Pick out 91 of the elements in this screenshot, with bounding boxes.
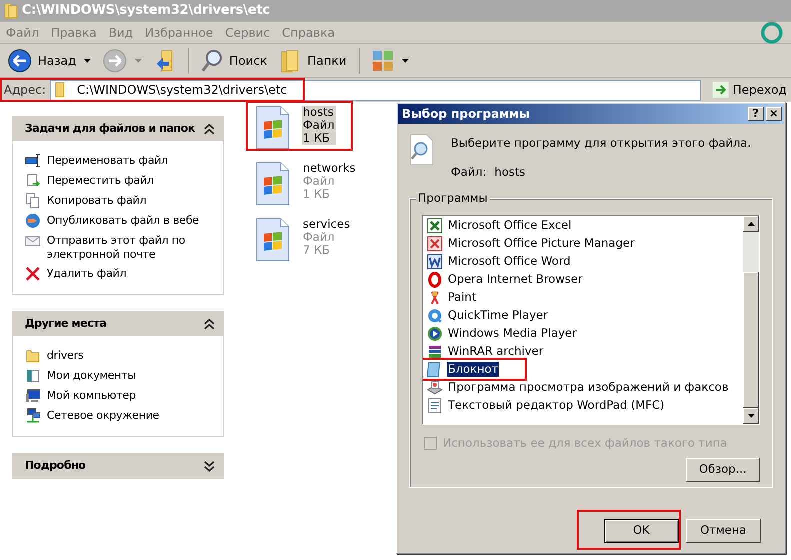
expand-icon[interactable] <box>204 460 215 472</box>
toolbar-button[interactable]: Назад <box>4 46 96 76</box>
dropdown-arrow-icon <box>84 58 92 62</box>
quicktime-icon <box>427 308 443 324</box>
task-link[interactable]: Сетевое окружение <box>47 408 160 423</box>
task-link[interactable]: drivers <box>47 348 84 363</box>
task-link[interactable]: Переименовать файл <box>47 153 168 168</box>
collapse-icon[interactable] <box>204 318 215 330</box>
search-icon <box>201 48 224 72</box>
file-item[interactable]: networks Файл 1 КБ <box>302 162 357 201</box>
program-item[interactable]: Opera Internet Browser <box>447 272 584 287</box>
file-name: hosts <box>494 164 526 182</box>
task-link[interactable]: Переместить файл <box>47 173 154 188</box>
task-link[interactable]: Удалить файл <box>47 266 127 281</box>
dialog-title: Выбор программы <box>402 106 530 123</box>
file-name: networks <box>303 162 356 175</box>
window-title: C:\WINDOWS\system32\drivers\etc <box>22 2 270 20</box>
file-item[interactable]: services Файл 7 КБ <box>302 218 352 257</box>
file-size: 7 КБ <box>303 244 332 257</box>
program-item[interactable]: Программа просмотра изображений и факсов <box>447 380 730 395</box>
group-label: Программы <box>416 190 490 204</box>
network-icon <box>25 408 41 424</box>
globe-icon <box>25 213 41 229</box>
task-link[interactable]: Мой компьютер <box>47 388 136 403</box>
scroll-up-icon[interactable] <box>748 222 754 226</box>
scroll-down-icon[interactable] <box>748 414 754 418</box>
dialog-button[interactable]: Отмена <box>686 519 761 543</box>
panel-title: Задачи для файлов и папок <box>25 120 196 137</box>
rename-icon <box>25 153 41 169</box>
checkbox-label: Использовать ее для всех файлов такого типа <box>443 434 728 452</box>
browse-button[interactable]: Обзор... <box>686 458 760 482</box>
file-label: Файл: <box>451 164 487 182</box>
notepad-icon <box>427 362 443 378</box>
ring-icon <box>427 272 443 288</box>
close-button[interactable]: × <box>766 107 782 121</box>
address-label: Адрес: <box>4 82 46 99</box>
task-link[interactable]: Опубликовать файл в вебе <box>47 213 200 228</box>
toolbar-button[interactable]: Поиск <box>197 46 272 76</box>
panel-title: Подробно <box>25 458 86 474</box>
program-item[interactable]: Microsoft Office Word <box>447 254 572 269</box>
task-link[interactable]: Мои документы <box>47 368 136 383</box>
program-item[interactable]: Блокнот <box>447 362 500 377</box>
wordpad-icon <box>427 398 443 414</box>
address-field[interactable]: C:\WINDOWS\system32\drivers\etc <box>50 80 701 100</box>
dialog-prompt: Выберите программу для открытия этого файла. <box>451 135 752 152</box>
file-item[interactable]: hosts Файл 1 КБ <box>302 106 336 145</box>
documents-icon <box>25 368 41 384</box>
file-size: 1 КБ <box>303 132 332 145</box>
scroll-thumb[interactable] <box>743 272 759 408</box>
task-link[interactable]: Копировать файл <box>47 193 147 208</box>
file-type: Файл <box>303 119 335 132</box>
file-type: Файл <box>303 175 336 188</box>
program-item[interactable]: Windows Media Player <box>447 326 578 341</box>
help-button[interactable]: ? <box>748 107 764 121</box>
go-button[interactable]: Переход <box>704 80 791 100</box>
system-file-icon <box>256 218 290 262</box>
dropdown-arrow-icon <box>402 58 409 62</box>
spreadsheet-icon <box>427 218 443 234</box>
picture-manager-icon <box>427 236 443 252</box>
views-icon <box>372 50 394 72</box>
media-player-icon <box>427 326 443 342</box>
logo-icon <box>761 22 783 44</box>
file-size: 1 КБ <box>303 188 332 201</box>
document-icon <box>427 254 443 270</box>
collapse-icon[interactable] <box>204 124 215 134</box>
program-item[interactable]: QuickTime Player <box>447 308 550 323</box>
panel-title: Другие места <box>25 316 107 332</box>
arrow-icon <box>712 82 729 98</box>
program-item[interactable]: Paint <box>447 290 478 305</box>
folder-icon <box>25 348 41 364</box>
archive-books-icon <box>427 344 443 360</box>
computer-icon <box>25 388 41 404</box>
system-file-icon <box>256 106 290 150</box>
program-item[interactable]: Microsoft Office Excel <box>447 218 573 233</box>
copy-icon <box>25 193 41 209</box>
dialog-button[interactable]: OK <box>604 519 679 543</box>
image-viewer-icon <box>427 380 443 396</box>
program-item[interactable]: Microsoft Office Picture Manager <box>447 236 636 251</box>
program-item[interactable]: WinRAR archiver <box>447 344 545 359</box>
delete-icon <box>25 266 41 282</box>
task-link[interactable]: Отправить этот файл по электронной почте <box>47 233 211 262</box>
file-type: Файл <box>303 231 336 244</box>
system-file-icon <box>256 162 290 206</box>
dropdown-arrow-icon <box>135 58 142 62</box>
file-name: hosts <box>303 106 335 119</box>
program-item[interactable]: Текстовый редактор WordPad (MFC) <box>447 398 666 413</box>
folder-icon <box>4 3 18 19</box>
folders-icon <box>279 48 302 74</box>
file-name: services <box>303 218 350 231</box>
move-file-icon <box>25 173 41 189</box>
toolbar-button[interactable]: Папки <box>275 46 351 76</box>
